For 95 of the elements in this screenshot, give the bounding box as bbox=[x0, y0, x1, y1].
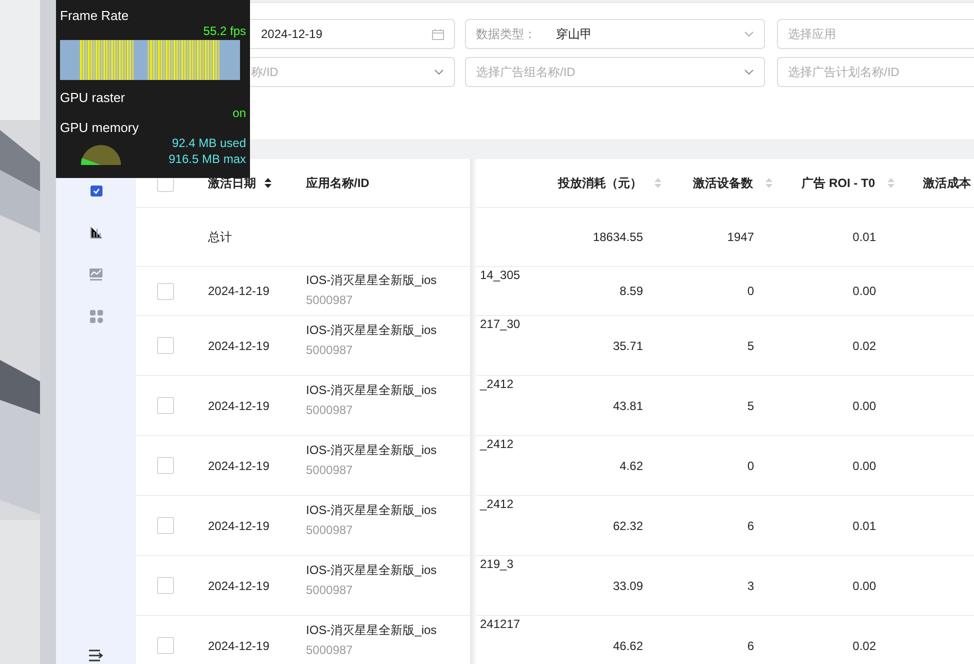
collapse-menu-button[interactable] bbox=[88, 649, 104, 664]
table-cell: _2412 bbox=[480, 497, 514, 511]
calendar-icon bbox=[90, 184, 102, 197]
placeholder-text: 称/ID bbox=[251, 64, 278, 80]
table-cell: 总计 bbox=[208, 228, 232, 246]
ad-group-select[interactable]: 选择广告组名称/ID bbox=[465, 57, 765, 87]
app-id: 5000987 bbox=[306, 583, 353, 597]
data-type-value: 穿山甲 bbox=[556, 26, 592, 42]
ad-plan-select[interactable]: 选择广告计划名称/ID bbox=[777, 57, 974, 87]
table-cell: 8.59 bbox=[620, 284, 643, 298]
row-checkbox[interactable] bbox=[156, 517, 174, 534]
placeholder-text: 选择广告计划名称/ID bbox=[788, 64, 900, 80]
table-cell: _2412 bbox=[480, 377, 514, 391]
table-cell: 0 bbox=[747, 284, 754, 298]
app-name: IOS-消灭星星全新版_ios bbox=[306, 382, 437, 399]
row-checkbox[interactable] bbox=[156, 457, 174, 474]
table-cell: 2024-12-19 bbox=[208, 518, 270, 532]
app-name: IOS-消灭星星全新版_ios bbox=[306, 562, 437, 579]
app-name: IOS-消灭星星全新版_ios bbox=[306, 322, 437, 339]
row-checkbox[interactable] bbox=[156, 337, 174, 354]
gpu-raster-label: GPU raster bbox=[60, 90, 126, 106]
app-name: IOS-消灭星星全新版_ios bbox=[306, 442, 437, 459]
table-cell: 43.81 bbox=[612, 398, 643, 412]
app-id: 5000987 bbox=[306, 463, 353, 477]
table-cell: 0.00 bbox=[852, 458, 876, 472]
column-header: 投放消耗（元） bbox=[558, 174, 642, 192]
table-cell: 0.02 bbox=[852, 338, 876, 352]
app-select[interactable]: 选择应用 bbox=[777, 19, 974, 49]
table-cell: 3 bbox=[747, 578, 754, 592]
table-cell: 0.01 bbox=[852, 230, 876, 244]
memory-used: 92.4 MB used bbox=[172, 136, 246, 150]
placeholder-text: 选择应用 bbox=[788, 26, 836, 42]
table-cell: 5 bbox=[747, 398, 754, 412]
table-cell: 33.09 bbox=[612, 578, 643, 592]
end-date-text: 2024-12-19 bbox=[261, 27, 322, 41]
calendar-icon bbox=[432, 28, 444, 40]
app-name: IOS-消灭星星全新版_ios bbox=[306, 272, 437, 288]
memory-gauge-drawing bbox=[80, 144, 122, 166]
column-header: 激活成本 bbox=[923, 174, 971, 192]
table-cell: 2024-12-19 bbox=[208, 398, 270, 412]
table-cell: 4.62 bbox=[620, 458, 643, 472]
gpu-memory-label: GPU memory bbox=[60, 120, 139, 136]
bar-chart-icon bbox=[90, 226, 102, 239]
app-name: IOS-消灭星星全新版_ios bbox=[306, 502, 437, 519]
table-cell: 6 bbox=[747, 638, 754, 652]
memory-max: 916.5 MB max bbox=[168, 152, 246, 166]
frame-rate-label: Frame Rate bbox=[60, 8, 129, 24]
table-cell: 0.00 bbox=[852, 578, 876, 592]
data-type-select[interactable]: 数据类型： 穿山甲 bbox=[465, 19, 765, 49]
table-cell: 46.62 bbox=[612, 638, 643, 652]
app-id: 5000987 bbox=[306, 523, 353, 537]
app-id: 5000987 bbox=[306, 292, 353, 306]
table-cell: 217_30 bbox=[480, 317, 520, 331]
table-cell: 241217 bbox=[480, 617, 520, 631]
table-cell: 0.00 bbox=[852, 398, 876, 412]
column-header: 广告 ROI - T0 bbox=[802, 174, 875, 192]
table-cell: 5 bbox=[747, 338, 754, 352]
collapse-icon bbox=[88, 649, 104, 662]
table-cell: 219_3 bbox=[480, 557, 514, 571]
table-cell: 35.71 bbox=[612, 338, 643, 352]
placeholder-text: 选择广告组名称/ID bbox=[476, 64, 576, 80]
table-cell: 0.00 bbox=[852, 284, 876, 298]
app-name: IOS-消灭星星全新版_ios bbox=[306, 622, 437, 639]
table-cell: 2024-12-19 bbox=[208, 284, 270, 298]
column-header: 应用名称/ID bbox=[306, 174, 370, 192]
row-checkbox[interactable] bbox=[156, 282, 174, 300]
table-cell: 0 bbox=[747, 458, 754, 472]
table-cell: _2412 bbox=[480, 437, 514, 451]
chevron-down-icon bbox=[434, 69, 444, 75]
table-cell: 0.01 bbox=[852, 518, 876, 532]
fps-value: 55.2 fps bbox=[203, 24, 246, 38]
table-cell: 0.02 bbox=[852, 638, 876, 652]
app-id: 5000987 bbox=[306, 343, 353, 357]
app-id: 5000987 bbox=[306, 643, 353, 657]
grid-icon bbox=[90, 310, 102, 323]
app-id: 5000987 bbox=[306, 403, 353, 417]
gpu-raster-state: on bbox=[232, 106, 246, 120]
table-cell: 2024-12-19 bbox=[208, 458, 270, 472]
table-cell: 62.32 bbox=[612, 518, 643, 532]
chevron-down-icon bbox=[744, 69, 754, 75]
table-cell: 2024-12-19 bbox=[208, 338, 270, 352]
table-cell: 6 bbox=[747, 518, 754, 532]
table-cell: 2024-12-19 bbox=[208, 578, 270, 592]
row-checkbox[interactable] bbox=[156, 397, 174, 414]
row-checkbox[interactable] bbox=[156, 637, 174, 654]
table-cell: 14_305 bbox=[480, 268, 520, 282]
line-chart-icon bbox=[89, 268, 103, 281]
data-type-label: 数据类型： bbox=[476, 26, 536, 42]
table-cell: 2024-12-19 bbox=[208, 638, 270, 652]
table-cell: 1947 bbox=[727, 230, 754, 244]
table-cell: 18634.55 bbox=[592, 230, 643, 244]
column-header: 激活设备数 bbox=[693, 174, 753, 192]
chevron-down-icon bbox=[744, 31, 754, 37]
row-checkbox[interactable] bbox=[156, 577, 174, 594]
sort-icon[interactable] bbox=[264, 177, 272, 189]
